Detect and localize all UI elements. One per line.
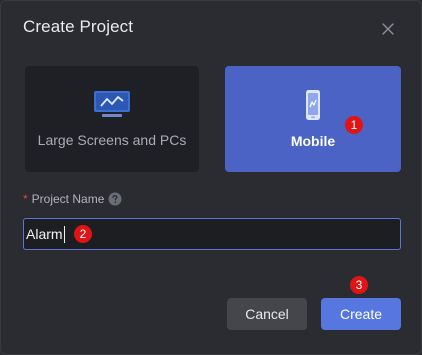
close-button[interactable] xyxy=(379,20,397,38)
create-button[interactable]: Create xyxy=(321,298,401,330)
create-project-dialog: Create Project Large Screens and PCs Mob… xyxy=(0,0,422,355)
close-icon xyxy=(382,23,394,35)
monitor-chart-icon xyxy=(93,90,131,118)
step-marker-1: 1 xyxy=(345,116,363,134)
step-marker-3: 3 xyxy=(350,276,368,294)
dialog-title: Create Project xyxy=(23,17,134,36)
option-mobile-label: Mobile xyxy=(290,133,336,149)
cancel-button[interactable]: Cancel xyxy=(227,298,307,330)
project-name-label-text: Project Name xyxy=(31,192,105,206)
step-marker-2: 2 xyxy=(74,225,92,243)
question-circle-icon[interactable] xyxy=(108,192,122,206)
required-mark: * xyxy=(23,192,28,206)
option-mobile-card[interactable]: Mobile xyxy=(225,66,401,172)
phone-chart-icon xyxy=(303,89,323,121)
text-caret xyxy=(63,225,65,243)
option-large-screens-card[interactable]: Large Screens and PCs xyxy=(25,66,199,172)
project-name-label: * Project Name xyxy=(23,192,122,206)
option-large-screens-label: Large Screens and PCs xyxy=(37,132,187,148)
project-name-value: Alarm xyxy=(26,226,63,242)
